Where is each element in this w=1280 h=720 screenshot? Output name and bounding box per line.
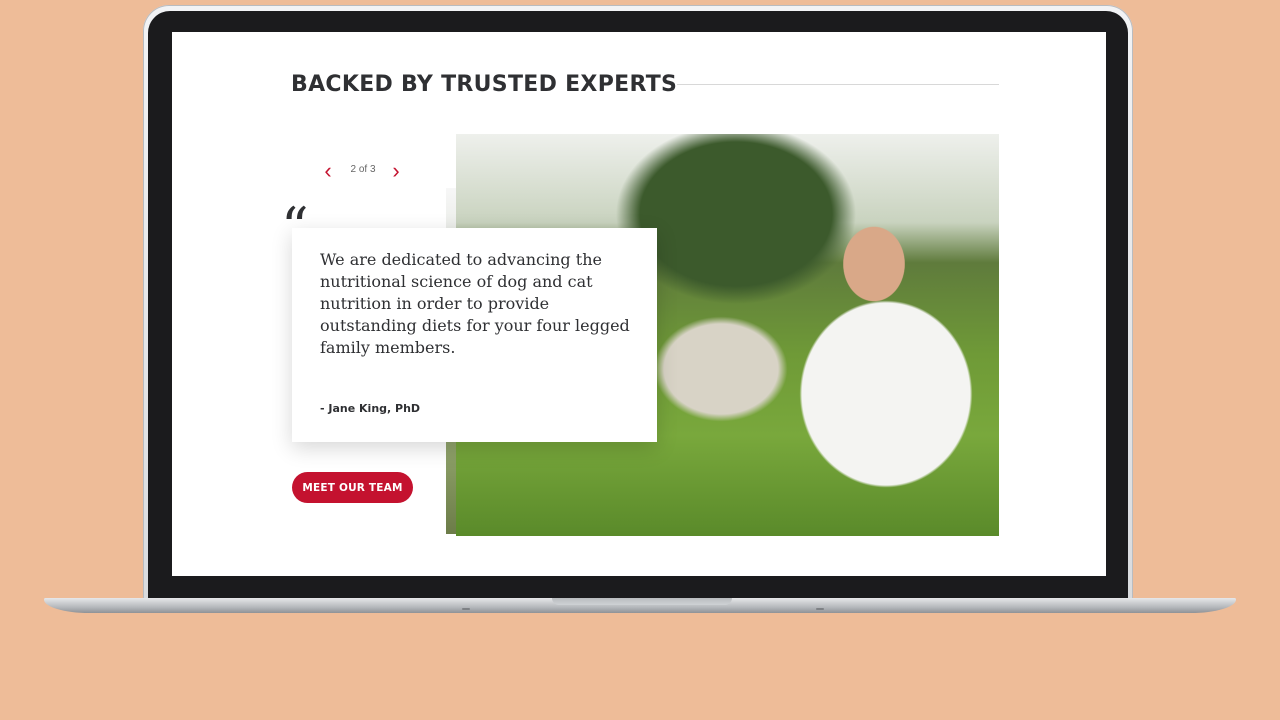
laptop-hinge-notch [552,598,732,605]
title-divider [677,84,999,85]
section-title: BACKED BY TRUSTED EXPERTS [291,72,678,97]
testimonial-author: - Jane King, PhD [320,402,421,415]
chevron-left-icon: ‹ [324,158,332,183]
chevron-right-icon: › [392,158,400,183]
laptop-screen: BACKED BY TRUSTED EXPERTS ‹ 2 of 3 › “ W… [172,32,1106,576]
testimonial-text: We are dedicated to advancing the nutrit… [320,250,630,357]
laptop-base-foot [816,608,824,610]
testimonial-card: We are dedicated to advancing the nutrit… [292,228,657,442]
meet-our-team-button[interactable]: MEET OUR TEAM [292,472,413,503]
next-slide-button[interactable]: › [386,160,406,182]
carousel-pager: ‹ 2 of 3 › [318,160,408,182]
slide-counter: 2 of 3 [350,164,376,175]
laptop-base-foot [462,608,470,610]
previous-slide-button[interactable]: ‹ [318,160,338,182]
